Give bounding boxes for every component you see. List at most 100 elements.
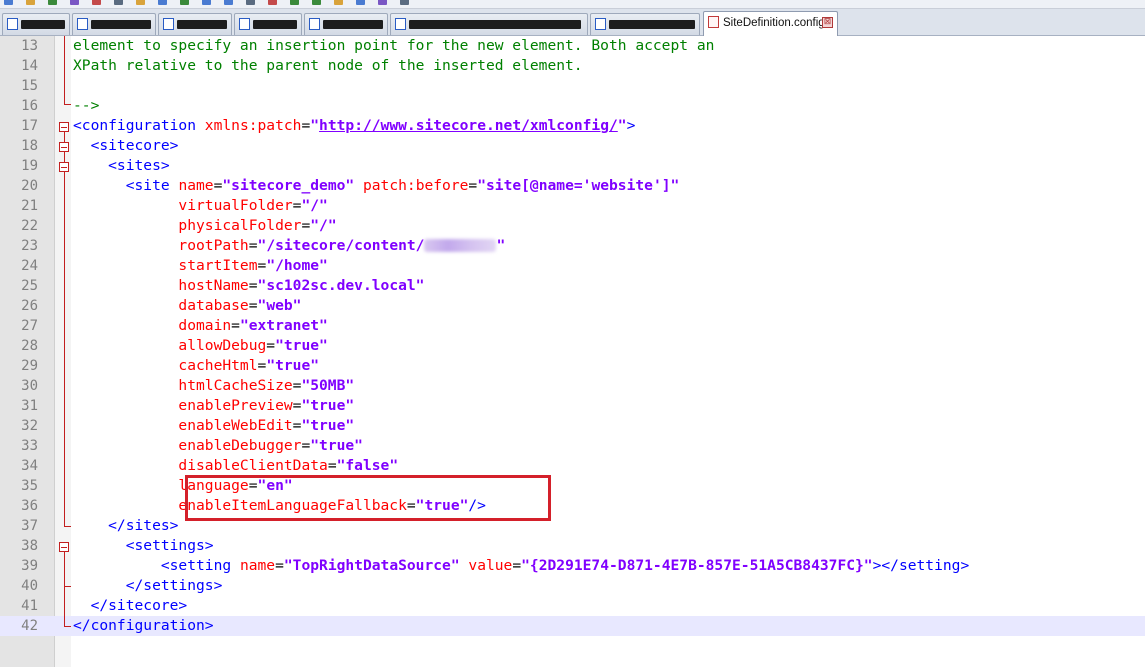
code-text: </configuration> xyxy=(73,616,214,636)
code-line[interactable]: 15 xyxy=(0,76,1145,96)
syntax-token-attr: enableDebugger xyxy=(73,437,302,454)
fold-end-marker xyxy=(63,586,71,587)
fold-line xyxy=(63,586,65,626)
zoom-out-icon[interactable] xyxy=(312,0,321,5)
sync-icon[interactable] xyxy=(334,0,343,5)
undo-icon[interactable] xyxy=(202,0,211,5)
fold-end-marker xyxy=(63,526,71,527)
new-file-icon[interactable] xyxy=(4,0,13,5)
save-all-icon[interactable] xyxy=(70,0,79,5)
toolbar xyxy=(0,0,1145,9)
find-icon[interactable] xyxy=(246,0,255,5)
fold-line xyxy=(63,132,65,142)
syntax-token-val: "extranet" xyxy=(239,317,328,334)
syntax-token-eq: = xyxy=(266,337,276,354)
redo-icon[interactable] xyxy=(224,0,233,5)
tab-document-4[interactable] xyxy=(234,13,302,35)
fold-toggle-icon[interactable] xyxy=(59,162,69,172)
code-line[interactable]: 22 physicalFolder="/" xyxy=(0,216,1145,236)
line-number: 41 xyxy=(21,598,38,614)
code-line[interactable]: 27 domain="extranet" xyxy=(0,316,1145,336)
code-line[interactable]: 31 enablePreview="true" xyxy=(0,396,1145,416)
code-text: --> xyxy=(73,96,99,116)
code-line[interactable]: 26 database="web" xyxy=(0,296,1145,316)
fold-end-marker xyxy=(63,626,71,627)
code-line[interactable]: 17 <configuration xmlns:patch="http://www… xyxy=(0,116,1145,136)
code-line[interactable]: 41 </sitecore> xyxy=(0,596,1145,616)
paste-icon[interactable] xyxy=(180,0,189,5)
code-line[interactable]: 14 XPath relative to the parent node of t… xyxy=(0,56,1145,76)
syntax-token-val: "false" xyxy=(336,457,399,474)
code-line[interactable]: 42 </configuration> xyxy=(0,616,1145,636)
code-line[interactable]: 19 <sites> xyxy=(0,156,1145,176)
code-line[interactable]: 13 element to specify an insertion point … xyxy=(0,36,1145,56)
syntax-token-attr: name xyxy=(239,557,276,574)
code-line[interactable]: 33 enableDebugger="true" xyxy=(0,436,1145,456)
line-number: 13 xyxy=(21,38,38,54)
fold-toggle-icon[interactable] xyxy=(59,542,69,552)
fold-toggle-icon[interactable] xyxy=(59,122,69,132)
save-icon[interactable] xyxy=(48,0,57,5)
code-line[interactable]: 30 htmlCacheSize="50MB" xyxy=(0,376,1145,396)
code-text: hostName="sc102sc.dev.local" xyxy=(73,276,424,296)
syntax-token-val: "true" xyxy=(301,397,355,414)
code-line[interactable]: 39 <setting name="TopRightDataSource" va… xyxy=(0,556,1145,576)
syntax-token-attr: name xyxy=(178,177,214,194)
tab-document-3[interactable] xyxy=(158,13,232,35)
syntax-token-eq: = xyxy=(257,257,267,274)
redacted-label xyxy=(177,20,227,29)
code-line[interactable]: 28 allowDebug="true" xyxy=(0,336,1145,356)
syntax-token-attr: value xyxy=(459,557,513,574)
close-tab-icon[interactable]: ⊠ xyxy=(822,17,833,28)
code-line[interactable]: 32 enableWebEdit="true" xyxy=(0,416,1145,436)
print-icon[interactable] xyxy=(114,0,123,5)
syntax-token-tag: <sites> xyxy=(73,157,170,174)
code-line[interactable]: 36 enableItemLanguageFallback="true"/> xyxy=(0,496,1145,516)
tab-document-6[interactable] xyxy=(390,13,588,35)
redacted-label xyxy=(323,20,383,29)
copy-icon[interactable] xyxy=(158,0,167,5)
syntax-token-val: "/home" xyxy=(266,257,328,274)
tab-sitedefinition-config[interactable]: SiteDefinition.config ⊠ xyxy=(703,11,838,36)
replace-icon[interactable] xyxy=(268,0,277,5)
syntax-token-val: "true" xyxy=(275,337,328,354)
code-line[interactable]: 23 rootPath="/sitecore/content/ " xyxy=(0,236,1145,256)
code-text: <site name="sitecore_demo" patch:before=… xyxy=(73,176,680,196)
code-line[interactable]: 35 language="en" xyxy=(0,476,1145,496)
close-icon[interactable] xyxy=(92,0,101,5)
code-line[interactable]: 18 <sitecore> xyxy=(0,136,1145,156)
line-number: 36 xyxy=(21,498,38,514)
syntax-token-eq: = xyxy=(248,297,258,314)
syntax-token-eq: = xyxy=(248,277,258,294)
tab-document-2[interactable] xyxy=(72,13,156,35)
code-line[interactable]: 29 cacheHtml="true" xyxy=(0,356,1145,376)
indent-icon[interactable] xyxy=(378,0,387,5)
tab-document-7[interactable] xyxy=(590,13,700,35)
code-editor[interactable]: 13 element to specify an insertion point … xyxy=(0,36,1145,667)
document-icon xyxy=(239,18,250,30)
code-line[interactable]: 38 <settings> xyxy=(0,536,1145,556)
fold-toggle-icon[interactable] xyxy=(59,142,69,152)
syntax-token-val: "true" xyxy=(310,437,363,454)
code-line[interactable]: 16 --> xyxy=(0,96,1145,116)
zoom-in-icon[interactable] xyxy=(290,0,299,5)
line-number: 16 xyxy=(21,98,38,114)
code-line[interactable]: 21 virtualFolder="/" xyxy=(0,196,1145,216)
cut-icon[interactable] xyxy=(136,0,145,5)
syntax-token-attr: virtualFolder xyxy=(73,197,293,214)
fold-line xyxy=(63,552,65,586)
wrap-icon[interactable] xyxy=(356,0,365,5)
tab-document-5[interactable] xyxy=(304,13,388,35)
line-number: 19 xyxy=(21,158,38,174)
code-line[interactable]: 24 startItem="/home" xyxy=(0,256,1145,276)
code-line[interactable]: 34 disableClientData="false" xyxy=(0,456,1145,476)
code-line[interactable]: 25 hostName="sc102sc.dev.local" xyxy=(0,276,1145,296)
open-file-icon[interactable] xyxy=(26,0,35,5)
redacted-text xyxy=(424,239,497,252)
syntax-token-val: "/" xyxy=(301,197,328,214)
macro-icon[interactable] xyxy=(400,0,409,5)
tab-document-1[interactable] xyxy=(2,13,70,35)
code-line[interactable]: 20 <site name = "sitecore_demo" patch:befo… xyxy=(0,176,1145,196)
code-line[interactable]: 40 </settings> xyxy=(0,576,1145,596)
code-line[interactable]: 37 </sites> xyxy=(0,516,1145,536)
